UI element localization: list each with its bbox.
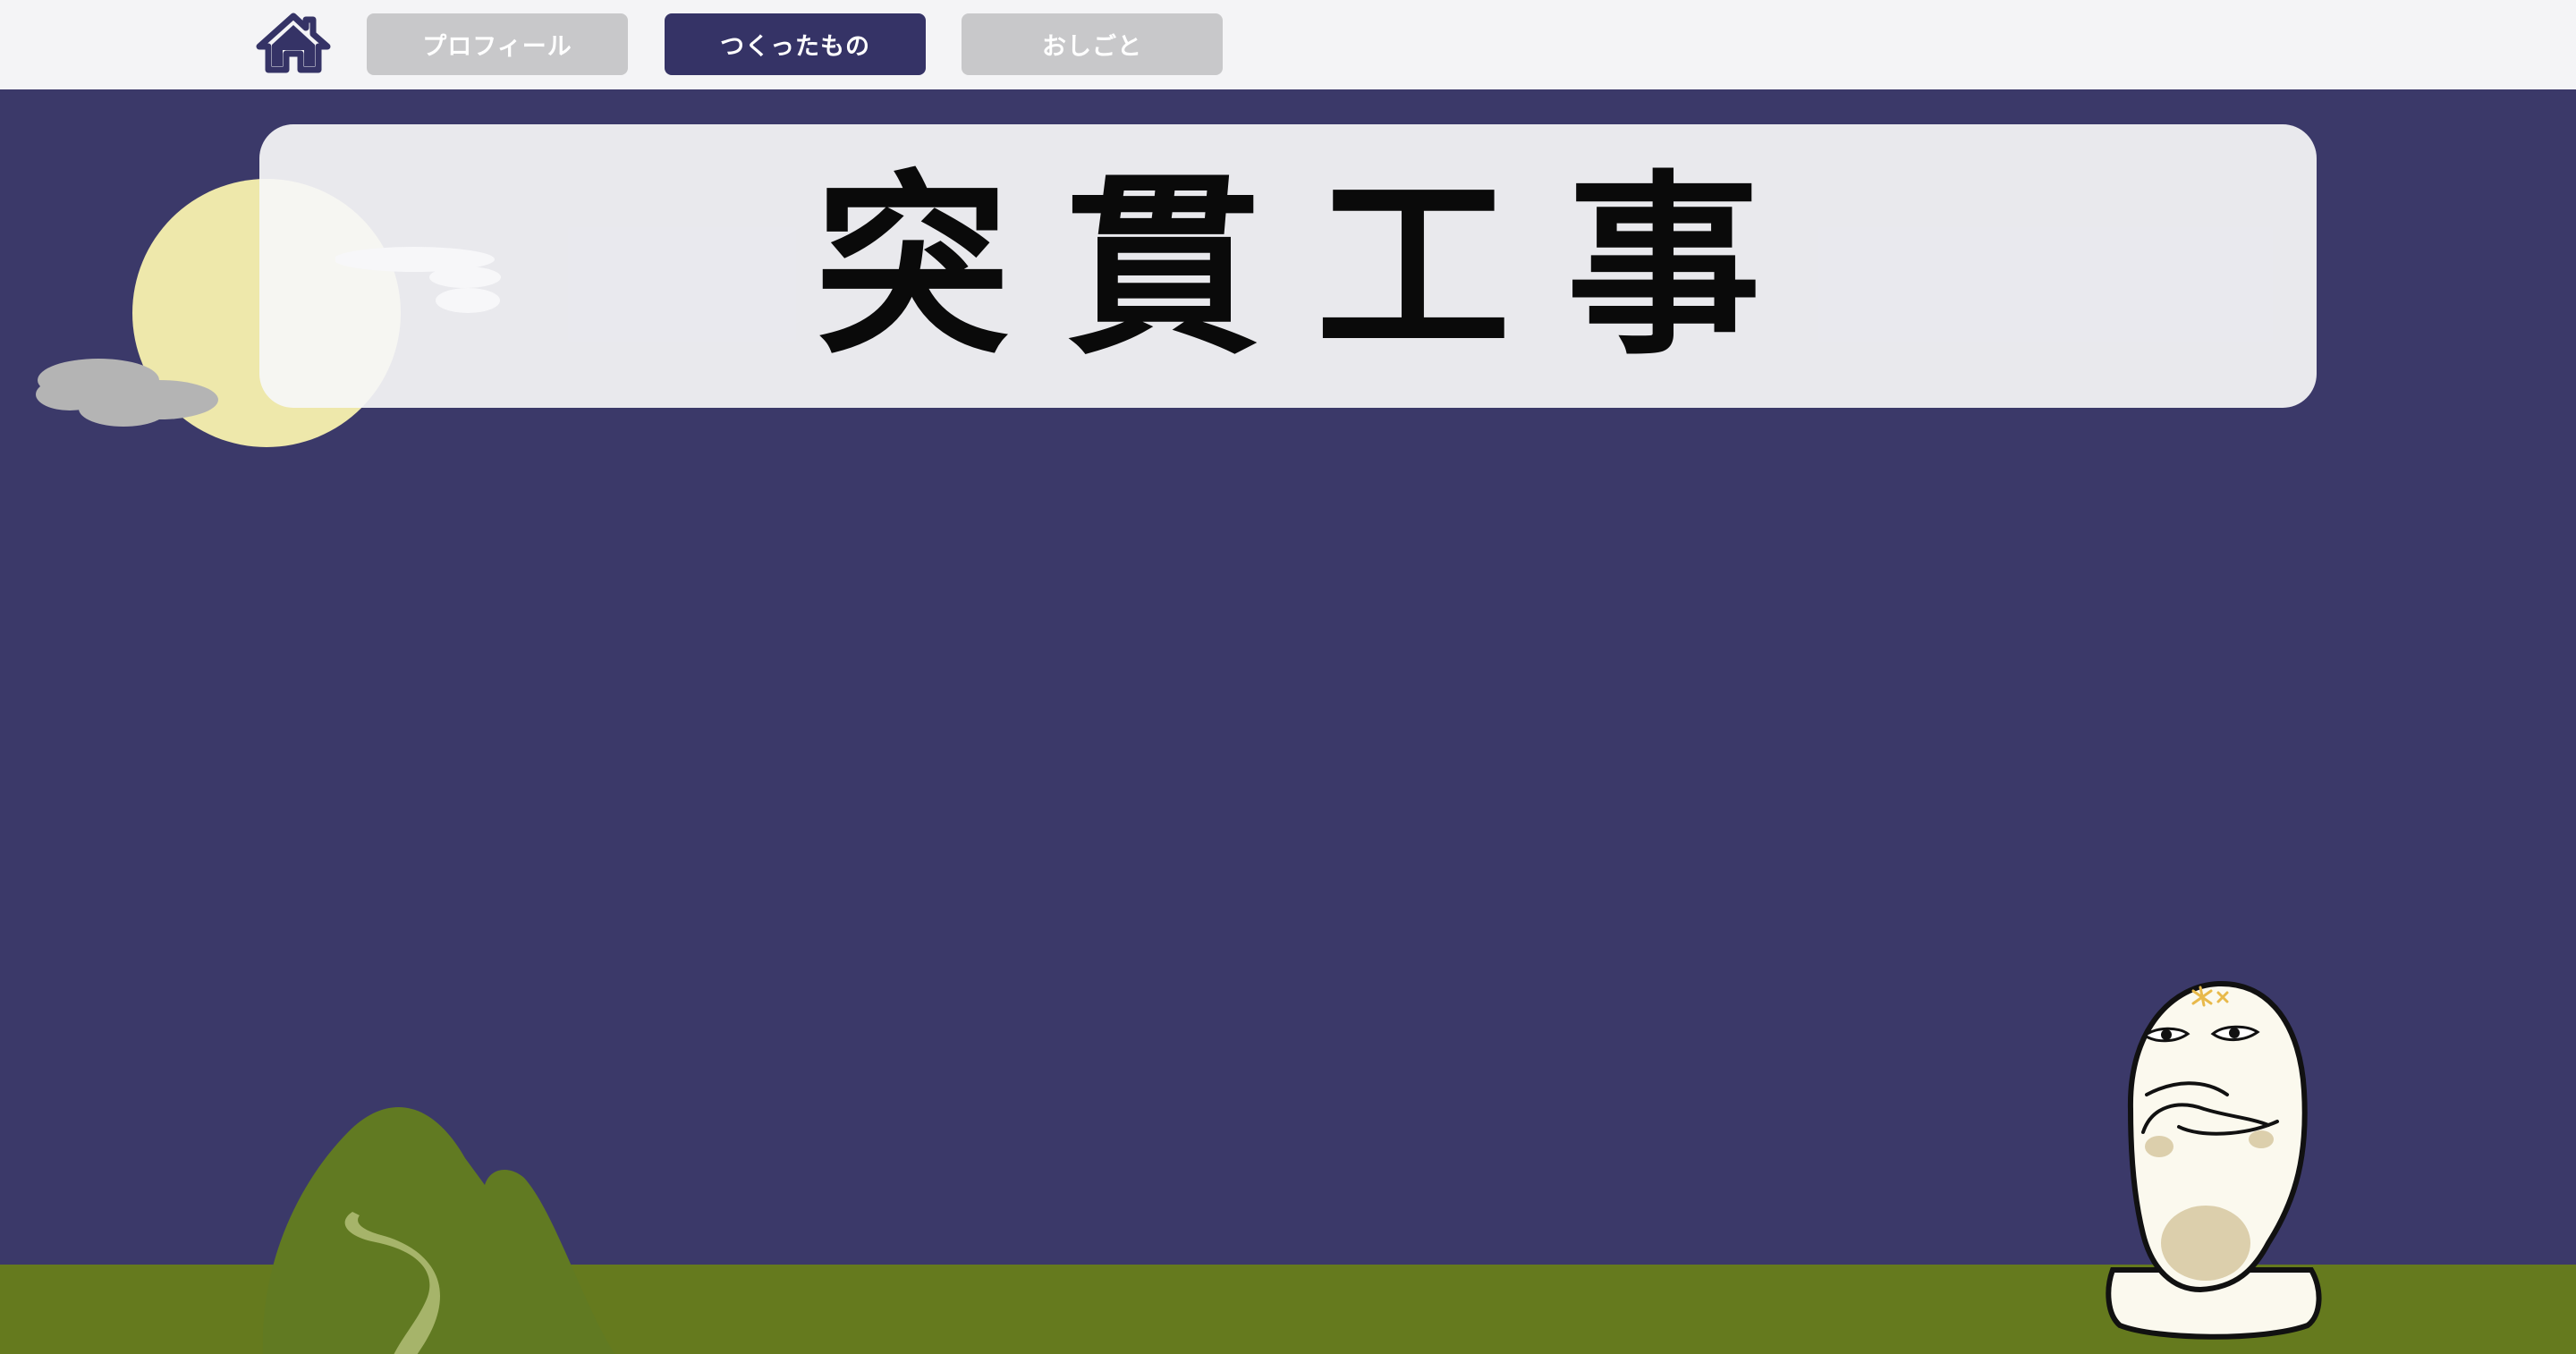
green-hill — [262, 1106, 615, 1354]
home-button[interactable] — [256, 13, 331, 73]
tab-works[interactable]: つくったもの — [665, 13, 926, 75]
page-title: 突貫工事 — [815, 151, 1817, 381]
tab-job[interactable]: おしごと — [962, 13, 1223, 75]
home-icon — [256, 13, 331, 73]
mascot-character — [2106, 980, 2322, 1340]
top-nav-bar: プロフィール つくったもの おしごと — [0, 0, 2576, 89]
tab-profile[interactable]: プロフィール — [367, 13, 628, 75]
page-background: プロフィール つくったもの おしごと 突貫工事 — [0, 0, 2576, 1354]
white-cloud — [335, 247, 501, 313]
title-card: 突貫工事 — [259, 124, 2317, 408]
grey-cloud — [36, 359, 218, 427]
